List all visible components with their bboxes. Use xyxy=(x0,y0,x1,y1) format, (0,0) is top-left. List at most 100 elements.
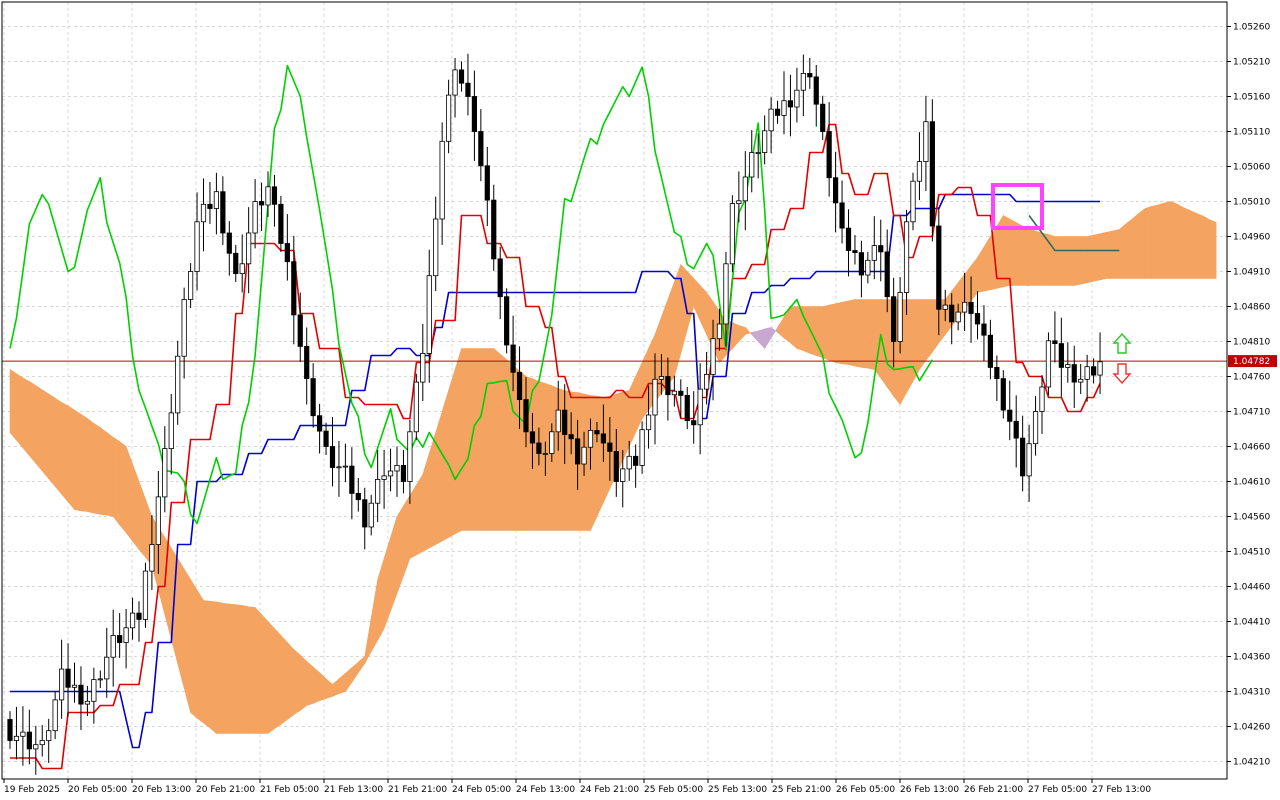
cloud-segment xyxy=(919,299,927,371)
cloud-segment xyxy=(474,348,482,531)
cloud-segment xyxy=(744,326,753,336)
cloud-segment xyxy=(138,481,146,558)
candle-body xyxy=(852,250,858,253)
candle-body xyxy=(1084,366,1090,380)
candle-body xyxy=(471,96,478,132)
candle-body xyxy=(342,465,349,468)
candle-body xyxy=(13,735,20,741)
cloud-segment xyxy=(493,347,501,531)
candle-body xyxy=(962,301,968,313)
candle-body xyxy=(355,492,361,501)
y-tick-label: 1.04560 xyxy=(1233,513,1270,523)
cloud-segment xyxy=(880,299,888,388)
cloud-segment xyxy=(190,578,198,719)
candle-body xyxy=(426,275,432,354)
candle-body xyxy=(529,431,536,444)
cloud-segment xyxy=(1035,230,1043,286)
cloud-segment xyxy=(1106,230,1114,279)
candle-body xyxy=(562,409,568,436)
candle-body xyxy=(542,453,548,455)
cloud-segment xyxy=(209,600,217,735)
cloud-segment xyxy=(848,299,856,367)
y-tick-label: 1.04810 xyxy=(1233,338,1270,348)
x-tick-label: 27 Feb 13:00 xyxy=(1092,785,1151,795)
cloud-segment xyxy=(216,601,224,734)
cloud-segment xyxy=(699,284,707,335)
candle-body xyxy=(645,414,652,431)
cloud-segment xyxy=(551,385,559,531)
candle-body xyxy=(820,103,826,132)
candle-body xyxy=(678,390,684,396)
candle-body xyxy=(65,668,71,688)
candle-body xyxy=(536,442,542,454)
cloud-segment xyxy=(428,432,437,549)
candle-body xyxy=(1007,409,1013,422)
cloud-segment xyxy=(983,235,991,292)
cloud-segment xyxy=(977,245,985,293)
cloud-segment xyxy=(319,671,327,702)
cloud-segment xyxy=(1015,221,1023,286)
candle-body xyxy=(620,468,626,482)
candle-body xyxy=(587,429,594,448)
cloud-segment xyxy=(403,494,411,577)
candle-body xyxy=(736,200,742,205)
cloud-segment xyxy=(409,483,417,560)
cloud-segment xyxy=(80,413,88,512)
cloud-segment xyxy=(906,299,914,394)
cloud-segment xyxy=(100,426,108,516)
candle-body xyxy=(291,261,297,316)
cloud-segment xyxy=(867,299,875,370)
cloud-segment xyxy=(254,606,262,734)
candle-body xyxy=(523,399,529,433)
cloud-segment xyxy=(990,224,998,291)
candle-body xyxy=(497,258,503,298)
cloud-segment xyxy=(274,627,282,730)
candle-body xyxy=(26,731,32,750)
cloud-segment xyxy=(280,634,288,726)
candle-body xyxy=(297,314,303,347)
candle-body xyxy=(1013,420,1019,439)
candle-body xyxy=(387,470,394,477)
candle-body xyxy=(626,455,632,470)
candle-body xyxy=(91,679,97,702)
y-tick-label: 1.04610 xyxy=(1233,478,1270,488)
candle-body xyxy=(129,612,136,629)
cloud-segment xyxy=(293,648,301,716)
candle-body xyxy=(7,719,13,741)
candle-body xyxy=(349,465,355,494)
candle-body xyxy=(381,475,387,480)
candle-body xyxy=(658,376,665,380)
y-tick-label: 1.05260 xyxy=(1233,23,1270,33)
cloud-segment xyxy=(803,306,811,354)
candle-body xyxy=(794,89,800,108)
cloud-segment xyxy=(287,641,295,721)
candle-body xyxy=(858,252,865,276)
candle-body xyxy=(258,201,265,206)
cloud-segment xyxy=(183,567,191,713)
candle-body xyxy=(187,271,194,300)
candle-body xyxy=(936,225,942,310)
cloud-segment xyxy=(667,281,675,386)
cloud-segment xyxy=(1183,207,1191,279)
candle-body xyxy=(316,415,323,432)
x-tick-label: 21 Feb 13:00 xyxy=(324,785,383,795)
cloud-segment xyxy=(764,327,772,350)
candle-body xyxy=(839,202,845,229)
candle-body xyxy=(929,121,935,227)
cloud-segment xyxy=(1086,234,1094,284)
cloud-segment xyxy=(383,537,391,629)
cloud-segment xyxy=(119,440,127,534)
candle-body xyxy=(136,612,142,620)
x-tick-label: 25 Feb 21:00 xyxy=(772,785,831,795)
candle-body xyxy=(787,100,794,108)
candle-body xyxy=(826,131,832,179)
candle-body xyxy=(516,371,523,400)
candle-body xyxy=(59,668,65,701)
cloud-segment xyxy=(222,602,230,734)
candle-body xyxy=(491,199,497,260)
candle-body xyxy=(304,345,310,379)
cloud-segment xyxy=(351,661,359,684)
candle-body xyxy=(213,191,219,209)
cloud-segment xyxy=(1164,201,1172,279)
candle-body xyxy=(639,429,645,466)
